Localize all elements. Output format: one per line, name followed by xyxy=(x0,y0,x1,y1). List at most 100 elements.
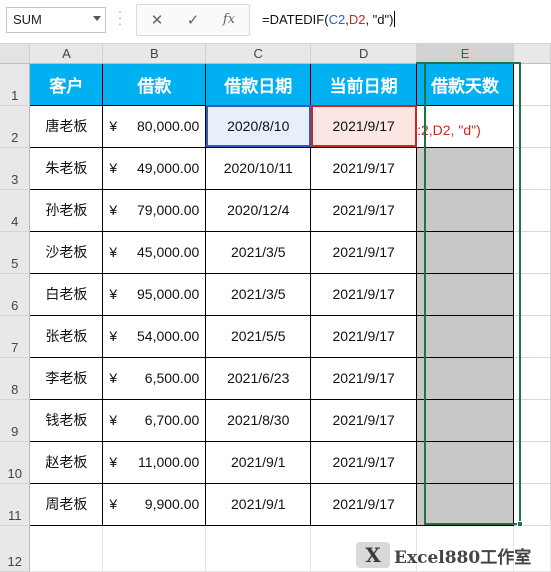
chevron-down-icon[interactable] xyxy=(93,16,101,21)
cell-amount[interactable]: ¥6,700.00 xyxy=(102,398,207,442)
empty-cell[interactable] xyxy=(513,230,551,274)
cell-customer[interactable]: 周老板 xyxy=(29,482,104,526)
cell-amount[interactable]: ¥79,000.00 xyxy=(102,188,207,232)
cell-current-date[interactable]: 2021/9/17 xyxy=(310,482,418,526)
empty-cell[interactable] xyxy=(513,482,551,526)
row-header[interactable]: 12 xyxy=(0,525,31,572)
cell-amount[interactable]: ¥80,000.00 xyxy=(102,104,207,148)
cell-amount[interactable]: ¥45,000.00 xyxy=(102,230,207,274)
row-header[interactable]: 10 xyxy=(0,441,31,484)
cell-loan-date[interactable]: 2021/9/1 xyxy=(205,482,312,526)
empty-cell[interactable] xyxy=(513,272,551,316)
cell-current-date[interactable]: 2021/9/17 xyxy=(310,188,418,232)
cell-current-date[interactable]: 2021/9/17 xyxy=(310,230,418,274)
empty-cell[interactable] xyxy=(513,146,551,190)
cell-current-date[interactable]: 2021/9/17 xyxy=(310,272,418,316)
cell-loan-days[interactable] xyxy=(416,440,515,484)
empty-cell[interactable] xyxy=(513,398,551,442)
cell-loan-date[interactable]: 2020/8/10 xyxy=(205,104,312,148)
cell-loan-date[interactable]: 2020/10/11 xyxy=(205,146,312,190)
cell-customer[interactable]: 钱老板 xyxy=(29,398,104,442)
insert-function-icon[interactable]: fx xyxy=(217,9,241,31)
column-header-c[interactable]: C xyxy=(205,44,312,64)
empty-cell[interactable] xyxy=(205,524,312,572)
formula-input[interactable]: =DATEDIF(C2,D2, "d") xyxy=(256,0,551,44)
cell-current-date[interactable]: 2021/9/17 xyxy=(310,146,418,190)
row-header[interactable]: 7 xyxy=(0,315,31,358)
cell-loan-date[interactable]: 2020/12/4 xyxy=(205,188,312,232)
cell-current-date[interactable]: 2021/9/17 xyxy=(310,314,418,358)
cell-customer[interactable]: 张老板 xyxy=(29,314,104,358)
select-all-corner[interactable] xyxy=(0,44,31,64)
cell-loan-date[interactable]: 2021/3/5 xyxy=(205,230,312,274)
column-header-a[interactable]: A xyxy=(29,44,104,64)
cell-amount[interactable]: ¥54,000.00 xyxy=(102,314,207,358)
header-current-date[interactable]: 当前日期 xyxy=(310,62,418,106)
cell-amount[interactable]: ¥6,500.00 xyxy=(102,356,207,400)
header-customer[interactable]: 客户 xyxy=(29,62,104,106)
cell-amount[interactable]: ¥49,000.00 xyxy=(102,146,207,190)
row-header[interactable]: 5 xyxy=(0,231,31,274)
cell-current-date[interactable]: 2021/9/17 xyxy=(310,356,418,400)
cell-loan-days[interactable] xyxy=(416,356,515,400)
cell-customer[interactable]: 孙老板 xyxy=(29,188,104,232)
cell-loan-days[interactable] xyxy=(416,146,515,190)
column-header-e[interactable]: E xyxy=(416,44,515,64)
cell-loan-days[interactable] xyxy=(416,188,515,232)
column-header-f[interactable] xyxy=(513,44,551,64)
header-amount[interactable]: 借款 xyxy=(102,62,207,106)
cell-loan-date[interactable]: 2021/3/5 xyxy=(205,272,312,316)
header-loan-date[interactable]: 借款日期 xyxy=(205,62,312,106)
table-row: 4 孙老板 ¥79,000.00 2020/12/4 2021/9/17 xyxy=(0,188,551,232)
column-header-b[interactable]: B xyxy=(102,44,207,64)
cell-customer[interactable]: 朱老板 xyxy=(29,146,104,190)
cell-customer[interactable]: 赵老板 xyxy=(29,440,104,484)
row-header[interactable]: 1 xyxy=(0,63,31,106)
check-icon[interactable]: ✓ xyxy=(181,9,205,31)
cell-loan-date[interactable]: 2021/5/5 xyxy=(205,314,312,358)
cell-loan-days-editing[interactable]: :2,D2, "d") xyxy=(416,104,515,148)
empty-cell[interactable] xyxy=(513,440,551,484)
cell-loan-date[interactable]: 2021/9/1 xyxy=(205,440,312,484)
empty-cell[interactable] xyxy=(513,314,551,358)
cell-customer[interactable]: 李老板 xyxy=(29,356,104,400)
header-loan-days[interactable]: 借款天数 xyxy=(416,62,515,106)
empty-cell[interactable] xyxy=(29,524,104,572)
cancel-icon[interactable]: ✕ xyxy=(145,9,169,31)
currency-symbol: ¥ xyxy=(109,496,118,512)
empty-cell[interactable] xyxy=(513,188,551,232)
cell-current-date[interactable]: 2021/9/17 xyxy=(310,440,418,484)
amount-value: 80,000.00 xyxy=(137,118,200,134)
empty-cell[interactable] xyxy=(513,524,551,572)
cell-loan-days[interactable] xyxy=(416,272,515,316)
cell-customer[interactable]: 唐老板 xyxy=(29,104,104,148)
row-header[interactable]: 8 xyxy=(0,357,31,400)
row-header[interactable]: 3 xyxy=(0,147,31,190)
cell-loan-days[interactable] xyxy=(416,230,515,274)
cell-current-date[interactable]: 2021/9/17 xyxy=(310,398,418,442)
cell-loan-date[interactable]: 2021/6/23 xyxy=(205,356,312,400)
cell-loan-date[interactable]: 2021/8/30 xyxy=(205,398,312,442)
cell-amount[interactable]: ¥95,000.00 xyxy=(102,272,207,316)
empty-cell[interactable] xyxy=(513,356,551,400)
cell-current-date[interactable]: 2021/9/17 xyxy=(310,104,418,148)
row-header[interactable]: 6 xyxy=(0,273,31,316)
cell-customer[interactable]: 沙老板 xyxy=(29,230,104,274)
empty-cell[interactable] xyxy=(513,104,551,148)
empty-cell[interactable] xyxy=(102,524,207,572)
cell-loan-days[interactable] xyxy=(416,482,515,526)
row-header[interactable]: 11 xyxy=(0,483,31,526)
empty-cell[interactable] xyxy=(513,62,551,106)
cell-customer[interactable]: 白老板 xyxy=(29,272,104,316)
name-box[interactable]: SUM xyxy=(6,7,106,33)
cell-amount[interactable]: ¥11,000.00 xyxy=(102,440,207,484)
row-header[interactable]: 9 xyxy=(0,399,31,442)
row-header[interactable]: 2 xyxy=(0,105,31,148)
cell-amount[interactable]: ¥9,900.00 xyxy=(102,482,207,526)
column-header-d[interactable]: D xyxy=(310,44,418,64)
row-header[interactable]: 4 xyxy=(0,189,31,232)
empty-cell[interactable] xyxy=(310,524,418,572)
cell-loan-days[interactable] xyxy=(416,314,515,358)
cell-loan-days[interactable] xyxy=(416,398,515,442)
empty-cell[interactable] xyxy=(416,524,515,572)
